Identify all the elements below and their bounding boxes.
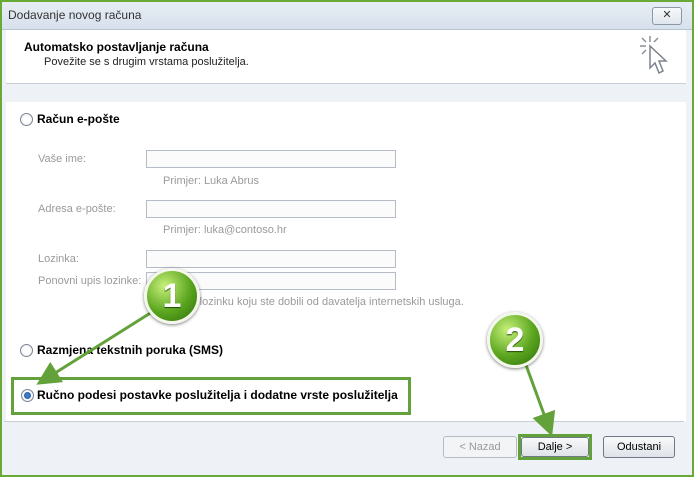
arrow-1 (36, 310, 153, 385)
step-1-badge: 1 (144, 268, 200, 324)
arrow-2 (524, 364, 556, 437)
annotation-arrows (36, 310, 556, 437)
step-2-badge: 2 (487, 312, 543, 368)
